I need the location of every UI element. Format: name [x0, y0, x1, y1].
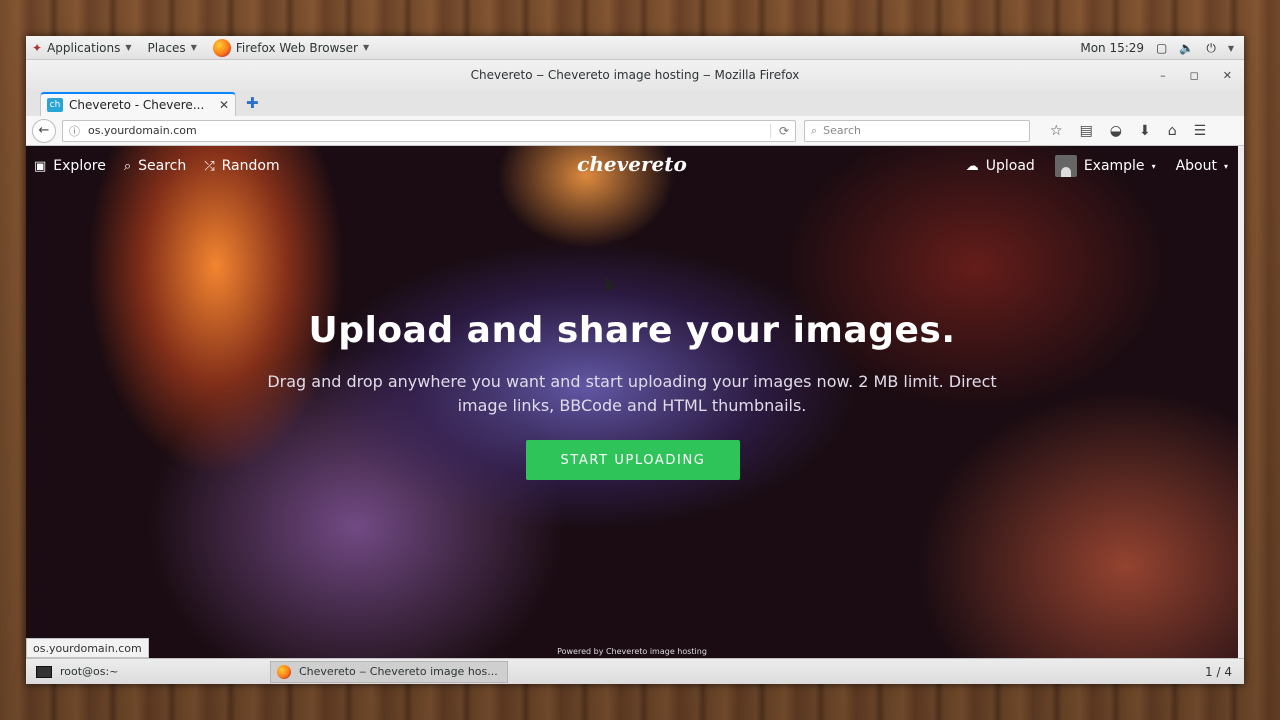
taskbar-firefox-label: Chevereto ‒ Chevereto image hos...: [299, 665, 498, 678]
pocket-icon[interactable]: ◒: [1110, 123, 1122, 139]
new-tab-icon[interactable]: ✚: [246, 94, 259, 112]
downloads-icon[interactable]: ⬇: [1139, 123, 1151, 139]
chevron-down-icon: ▼: [362, 43, 370, 52]
nav-random[interactable]: ⤮ Random: [204, 158, 279, 174]
start-uploading-button[interactable]: START UPLOADING: [526, 440, 740, 480]
shuffle-icon: ⤮: [204, 158, 215, 174]
minimize-icon[interactable]: –: [1160, 69, 1166, 82]
info-icon[interactable]: ⓘ: [69, 123, 80, 139]
clock[interactable]: Mon 15:29: [1080, 41, 1144, 55]
firefox-app-label: Firefox Web Browser: [235, 40, 358, 55]
close-icon[interactable]: ✕: [1223, 69, 1232, 82]
places-menu[interactable]: Places ▼: [148, 41, 197, 55]
caret-down-icon: ▾: [1223, 161, 1228, 171]
toolbar-icons: ☆ ▤ ◒ ⬇ ⌂ ☰: [1050, 123, 1206, 139]
window-icon[interactable]: ▢: [1156, 41, 1167, 55]
nav-search-label: Search: [138, 158, 187, 174]
taskbar-terminal[interactable]: root@os:~: [30, 661, 266, 683]
window-list-taskbar: root@os:~ Chevereto ‒ Chevereto image ho…: [26, 658, 1244, 684]
reload-icon[interactable]: ⟳: [769, 123, 789, 138]
home-icon[interactable]: ⌂: [1168, 123, 1177, 139]
tab-title: Chevereto - Chevere...: [69, 98, 205, 112]
desktop-screen: ✦ Applications ▼ Places ▼ Firefox Web Br…: [26, 36, 1244, 684]
chevereto-page: ▣ Explore ⌕ Search ⤮ Random chevereto ☁ …: [26, 146, 1238, 658]
about-label: About: [1175, 158, 1217, 174]
arrow-left-icon: ←: [38, 123, 50, 138]
window-controls: – ◻ ✕: [1160, 60, 1232, 90]
cloud-upload-icon: ☁: [965, 158, 979, 174]
close-tab-icon[interactable]: ✕: [219, 98, 229, 112]
search-icon: ⌕: [123, 158, 132, 174]
hero-subtitle: Drag and drop anywhere you want and star…: [267, 372, 997, 415]
reading-list-icon[interactable]: ▤: [1080, 123, 1093, 139]
applications-label: Applications: [47, 40, 121, 55]
avatar: [1054, 155, 1077, 177]
hero-title: Upload and share your images.: [308, 310, 956, 351]
navigation-toolbar: ← ⓘ os.yourdomain.com ⟳ ⌕ Search ☆ ▤ ◒ ⬇…: [26, 116, 1244, 146]
maximize-icon[interactable]: ◻: [1190, 69, 1199, 82]
search-input[interactable]: ⌕ Search: [804, 119, 1030, 142]
tab-chevereto[interactable]: ch Chevereto - Chevere... ✕: [40, 92, 236, 116]
powered-by-footer[interactable]: Powered by Chevereto image hosting: [26, 647, 1238, 656]
gnome-foot-icon: ✦: [32, 40, 43, 55]
volume-icon[interactable]: 🔈: [1179, 41, 1194, 55]
bookmark-star-icon[interactable]: ☆: [1050, 123, 1063, 139]
window-title: Chevereto ‒ Chevereto image hosting ‒ Mo…: [470, 68, 800, 82]
nav-explore-label: Explore: [53, 158, 106, 174]
site-nav-right: ☁ Upload Example ▾ About ▾: [966, 146, 1228, 186]
nav-search[interactable]: ⌕ Search: [124, 158, 186, 174]
gnome-top-bar: ✦ Applications ▼ Places ▼ Firefox Web Br…: [26, 36, 1244, 60]
power-icon[interactable]: ⏻: [1206, 41, 1216, 56]
nav-random-label: Random: [221, 158, 280, 174]
nav-upload[interactable]: ☁ Upload: [966, 158, 1035, 174]
site-navbar: ▣ Explore ⌕ Search ⤮ Random chevereto ☁ …: [26, 146, 1238, 186]
user-name: Example: [1083, 158, 1145, 174]
firefox-icon: [277, 664, 291, 679]
back-button[interactable]: ←: [32, 118, 56, 143]
window-titlebar: Chevereto ‒ Chevereto image hosting ‒ Mo…: [26, 60, 1244, 90]
url-bar[interactable]: ⓘ os.yourdomain.com ⟳: [62, 119, 796, 142]
hamburger-menu-icon[interactable]: ☰: [1194, 123, 1207, 139]
taskbar-firefox[interactable]: Chevereto ‒ Chevereto image hos...: [270, 660, 508, 683]
mouse-cursor-icon: [599, 274, 617, 292]
places-label: Places: [147, 40, 186, 55]
image-icon: ▣: [34, 158, 47, 174]
nav-upload-label: Upload: [985, 158, 1035, 174]
firefox-icon: [212, 38, 231, 57]
taskbar-terminal-label: root@os:~: [60, 665, 119, 678]
firefox-app-menu[interactable]: Firefox Web Browser ▼: [212, 38, 370, 57]
chevron-down-icon: ▼: [125, 43, 132, 52]
caret-down-icon: ▾: [1151, 161, 1156, 171]
workspace-indicator[interactable]: 1 / 4: [1205, 665, 1232, 679]
tab-strip: ch Chevereto - Chevere... ✕ ✚: [26, 90, 1244, 116]
terminal-icon: [36, 665, 52, 678]
magnifier-icon: ⌕: [811, 123, 818, 137]
system-tray: Mon 15:29 ▢ 🔈 ⏻ ▼: [1080, 36, 1234, 60]
search-placeholder: Search: [823, 124, 861, 137]
chevereto-favicon-icon: ch: [47, 98, 63, 112]
chevron-down-icon: ▼: [190, 43, 197, 52]
chevron-down-icon[interactable]: ▼: [1228, 44, 1234, 53]
link-status-url: os.yourdomain.com: [26, 638, 149, 658]
chevereto-logo[interactable]: chevereto: [577, 152, 687, 176]
nav-explore[interactable]: ▣ Explore: [34, 158, 106, 174]
applications-menu[interactable]: ✦ Applications ▼: [32, 41, 132, 55]
url-text[interactable]: os.yourdomain.com: [88, 124, 762, 137]
about-menu[interactable]: About ▾: [1176, 158, 1228, 174]
user-menu[interactable]: Example ▾: [1054, 155, 1156, 177]
